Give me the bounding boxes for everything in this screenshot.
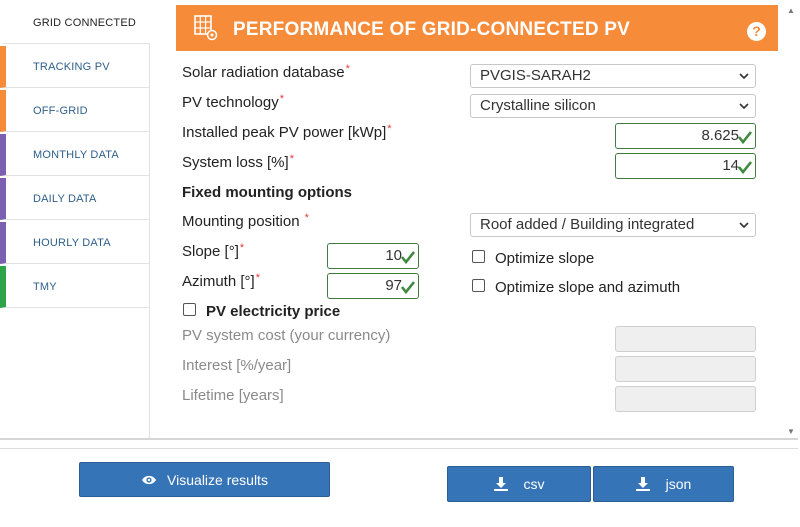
azimuth-input[interactable]: 97 — [327, 273, 419, 299]
lifetime-label: Lifetime [years] — [182, 387, 284, 404]
check-icon — [400, 281, 416, 295]
pv-tech-select[interactable]: Crystalline silicon — [470, 94, 756, 118]
required-mark: * — [279, 93, 285, 105]
sidebar-item-label: TRACKING PV — [33, 60, 110, 73]
page-title: PERFORMANCE OF GRID-CONNECTED PV — [233, 19, 630, 40]
required-mark: * — [239, 242, 245, 254]
sidebar-item-monthly-data[interactable]: MONTHLY DATA — [0, 134, 150, 176]
peak-power-value: 8.625 — [701, 127, 739, 144]
chevron-down-icon — [739, 222, 749, 229]
required-mark: * — [255, 272, 260, 284]
sidebar-item-label: GRID CONNECTED — [33, 16, 137, 29]
azimuth-label-text: Azimuth [°] — [182, 273, 255, 290]
radiation-db-select[interactable]: PVGIS-SARAH2 — [470, 64, 756, 88]
optimize-slope-azimuth-checkbox[interactable] — [472, 279, 485, 292]
required-mark: * — [289, 153, 294, 165]
sidebar-item-off-grid[interactable]: OFF-GRID — [0, 90, 150, 132]
system-cost-input[interactable] — [615, 326, 756, 352]
sidebar-item-tmy[interactable]: TMY — [0, 266, 150, 308]
csv-label: csv — [523, 476, 545, 492]
required-mark: * — [387, 123, 392, 135]
system-loss-label-text: System loss [%] — [182, 154, 289, 171]
sidebar-item-label: TMY — [33, 280, 57, 293]
radiation-db-value: PVGIS-SARAH2 — [480, 67, 591, 84]
optimize-slope-label: Optimize slope — [495, 250, 595, 267]
azimuth-label: Azimuth [°]* — [182, 272, 260, 290]
required-mark: * — [345, 63, 350, 75]
optimize-slope-checkbox[interactable] — [472, 250, 485, 263]
slope-label-text: Slope [°] — [182, 243, 239, 260]
pv-price-checkbox[interactable] — [183, 303, 196, 316]
main-panel: PERFORMANCE OF GRID-CONNECTED PV ? Solar… — [176, 0, 778, 438]
fixed-mounting-heading: Fixed mounting options — [182, 184, 352, 201]
chevron-down-icon — [739, 103, 749, 110]
radiation-db-label: Solar radiation database* — [182, 63, 350, 81]
sidebar-divider — [149, 44, 150, 440]
scroll-up-icon[interactable]: ▲ — [786, 6, 796, 15]
slope-label: Slope [°]* — [182, 242, 245, 260]
required-mark: * — [304, 212, 309, 224]
mounting-select[interactable]: Roof added / Building integrated — [470, 213, 756, 237]
mounting-value: Roof added / Building integrated — [480, 216, 695, 233]
check-icon — [737, 161, 753, 175]
radiation-db-label-text: Solar radiation database — [182, 64, 345, 81]
sidebar: GRID CONNECTED TRACKING PV OFF-GRID MONT… — [0, 0, 150, 440]
sidebar-item-label: HOURLY DATA — [33, 236, 111, 249]
system-loss-input[interactable]: 14 — [615, 153, 756, 179]
check-icon — [400, 251, 416, 265]
download-json-button[interactable]: json — [593, 466, 734, 502]
pv-tech-label: PV technology* — [182, 93, 285, 111]
interest-label: Interest [%/year] — [182, 357, 292, 374]
system-loss-label: System loss [%]* — [182, 153, 294, 171]
chevron-down-icon — [739, 73, 749, 80]
slope-input[interactable]: 10 — [327, 243, 419, 269]
mounting-label-text: Mounting position — [182, 213, 300, 230]
interest-input[interactable] — [615, 356, 756, 382]
footer-bar: Visualize results csv json — [0, 448, 798, 524]
panel-header: PERFORMANCE OF GRID-CONNECTED PV ? — [176, 5, 778, 51]
mounting-label: Mounting position * — [182, 212, 309, 230]
json-label: json — [665, 476, 692, 492]
solar-panel-icon — [194, 15, 218, 41]
pv-price-heading: PV electricity price — [206, 303, 341, 320]
sidebar-item-daily-data[interactable]: DAILY DATA — [0, 178, 150, 220]
visualize-results-label: Visualize results — [167, 471, 268, 488]
sidebar-item-label: DAILY DATA — [33, 192, 97, 205]
lifetime-input[interactable] — [615, 386, 756, 412]
sidebar-item-tracking-pv[interactable]: TRACKING PV — [0, 46, 150, 88]
divider — [0, 438, 798, 440]
optimize-slope-azimuth-label: Optimize slope and azimuth — [495, 279, 681, 296]
sidebar-item-hourly-data[interactable]: HOURLY DATA — [0, 222, 150, 264]
peak-power-input[interactable]: 8.625 — [615, 123, 756, 149]
pv-tech-value: Crystalline silicon — [480, 97, 596, 114]
download-icon — [493, 477, 508, 491]
sidebar-item-label: OFF-GRID — [33, 104, 88, 117]
sidebar-item-label: MONTHLY DATA — [33, 148, 119, 161]
check-icon — [737, 131, 753, 145]
download-icon — [635, 477, 650, 491]
sidebar-item-grid-connected[interactable]: GRID CONNECTED — [0, 2, 150, 44]
question-icon[interactable]: ? — [747, 22, 766, 41]
peak-power-label-text: Installed peak PV power [kWp] — [182, 124, 387, 141]
scroll-down-icon[interactable]: ▼ — [786, 427, 796, 436]
download-csv-button[interactable]: csv — [447, 466, 591, 502]
visualize-results-button[interactable]: Visualize results — [79, 462, 330, 497]
peak-power-label: Installed peak PV power [kWp]* — [182, 123, 392, 141]
pv-tech-label-text: PV technology — [182, 94, 279, 111]
eye-icon — [142, 475, 157, 484]
system-cost-label: PV system cost (your currency) — [182, 327, 391, 344]
